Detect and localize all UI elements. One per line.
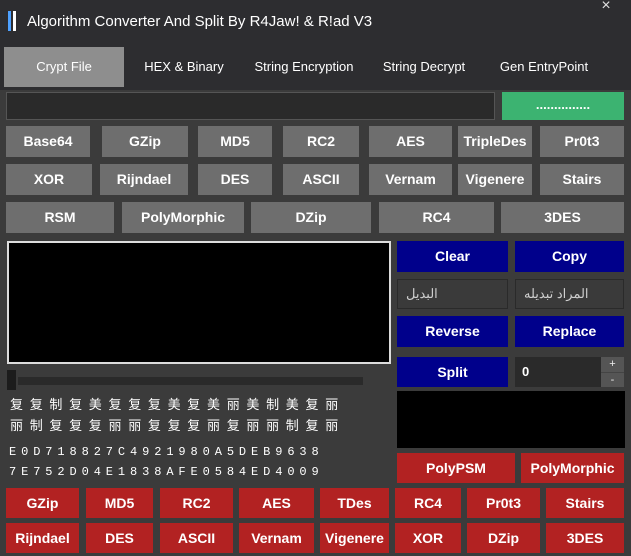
red-ascii-button[interactable]: ASCII bbox=[160, 523, 233, 553]
tab-string-decrypt[interactable]: String Decrypt bbox=[368, 47, 480, 87]
text-to-replace-input[interactable]: المراد تبديله bbox=[515, 279, 624, 309]
rsm-button[interactable]: RSM bbox=[6, 202, 114, 233]
aes-button[interactable]: AES bbox=[369, 126, 452, 157]
tab-string-encryption[interactable]: String Encryption bbox=[244, 47, 364, 87]
replace-button[interactable]: Replace bbox=[515, 316, 624, 347]
pr0t3-button[interactable]: Pr0t3 bbox=[540, 126, 624, 157]
3des-button[interactable]: 3DES bbox=[501, 202, 624, 233]
red-stairs-button[interactable]: Stairs bbox=[546, 488, 624, 518]
red-xor-button[interactable]: XOR bbox=[395, 523, 461, 553]
vigenere-button[interactable]: Vigenere bbox=[458, 164, 532, 195]
tab-bar: Crypt File HEX & Binary String Encryptio… bbox=[0, 44, 631, 90]
preview-cjk-line-1: 复复制复美复复复美复美丽美制美复丽 bbox=[10, 398, 345, 413]
tab-crypt-file[interactable]: Crypt File bbox=[4, 47, 124, 87]
rijndael-button[interactable]: Rijndael bbox=[100, 164, 188, 195]
clear-button[interactable]: Clear bbox=[397, 241, 508, 272]
red-vigenere-button[interactable]: Vigenere bbox=[320, 523, 389, 553]
window-title: Algorithm Converter And Split By R4Jaw! … bbox=[27, 13, 373, 30]
ascii-button[interactable]: ASCII bbox=[283, 164, 359, 195]
tab-hex-binary[interactable]: HEX & Binary bbox=[128, 47, 240, 87]
xor-button[interactable]: XOR bbox=[6, 164, 92, 195]
stepper-up-icon[interactable]: + bbox=[601, 357, 624, 372]
base64-button[interactable]: Base64 bbox=[6, 126, 90, 157]
red-md5-button[interactable]: MD5 bbox=[86, 488, 153, 518]
file-path-input[interactable] bbox=[6, 92, 495, 120]
red-aes-button[interactable]: AES bbox=[239, 488, 314, 518]
rc2-button[interactable]: RC2 bbox=[283, 126, 359, 157]
polymorphic-button[interactable]: PolyMorphic bbox=[122, 202, 244, 233]
replace-with-input[interactable]: البديل bbox=[397, 279, 508, 309]
red-des-button[interactable]: DES bbox=[86, 523, 153, 553]
red-rijndael-button[interactable]: Rijndael bbox=[6, 523, 79, 553]
red-rc4-button[interactable]: RC4 bbox=[395, 488, 461, 518]
tab-gen-entrypoint[interactable]: Gen EntryPoint bbox=[484, 47, 604, 87]
stairs-button[interactable]: Stairs bbox=[540, 164, 624, 195]
title-bar: Algorithm Converter And Split By R4Jaw! … bbox=[0, 0, 631, 44]
browse-button[interactable]: ............... bbox=[502, 92, 624, 120]
copy-button[interactable]: Copy bbox=[515, 241, 624, 272]
horizontal-scrollbar[interactable] bbox=[18, 377, 363, 385]
close-icon[interactable]: × bbox=[593, 0, 619, 15]
preview-cjk-line-2: 丽制复复复丽丽复复复丽复丽丽制复丽 bbox=[10, 419, 345, 434]
split-count-field[interactable]: 0 bbox=[515, 357, 601, 387]
rc4-button[interactable]: RC4 bbox=[379, 202, 494, 233]
des-button[interactable]: DES bbox=[198, 164, 272, 195]
vernam-button[interactable]: Vernam bbox=[369, 164, 452, 195]
polypsm-button[interactable]: PolyPSM bbox=[397, 453, 515, 483]
red-3des-button[interactable]: 3DES bbox=[546, 523, 624, 553]
dzip-button[interactable]: DZip bbox=[251, 202, 371, 233]
red-dzip-button[interactable]: DZip bbox=[467, 523, 540, 553]
app-logo-icon bbox=[8, 11, 17, 31]
gzip-button[interactable]: GZip bbox=[102, 126, 188, 157]
scroll-thumb[interactable] bbox=[7, 370, 16, 390]
red-tdes-button[interactable]: TDes bbox=[320, 488, 389, 518]
output-box[interactable] bbox=[397, 391, 625, 448]
preview-hex-line-1: E0D718827C4921980A5DEB9638 bbox=[9, 445, 324, 459]
tripledes-button[interactable]: TripleDes bbox=[458, 126, 532, 157]
red-rc2-button[interactable]: RC2 bbox=[160, 488, 233, 518]
split-button[interactable]: Split bbox=[397, 357, 508, 387]
stepper-down-icon[interactable]: - bbox=[601, 372, 624, 387]
split-count-stepper[interactable]: + - bbox=[601, 357, 624, 387]
red-pr0t3-button[interactable]: Pr0t3 bbox=[467, 488, 540, 518]
red-vernam-button[interactable]: Vernam bbox=[239, 523, 314, 553]
content-textarea[interactable] bbox=[7, 241, 391, 364]
red-gzip-button[interactable]: GZip bbox=[6, 488, 79, 518]
md5-button[interactable]: MD5 bbox=[198, 126, 272, 157]
preview-hex-line-2: 7E752D04E1838AFE0584ED4009 bbox=[9, 465, 324, 479]
polymorphic-red-button[interactable]: PolyMorphic bbox=[521, 453, 624, 483]
reverse-button[interactable]: Reverse bbox=[397, 316, 508, 347]
